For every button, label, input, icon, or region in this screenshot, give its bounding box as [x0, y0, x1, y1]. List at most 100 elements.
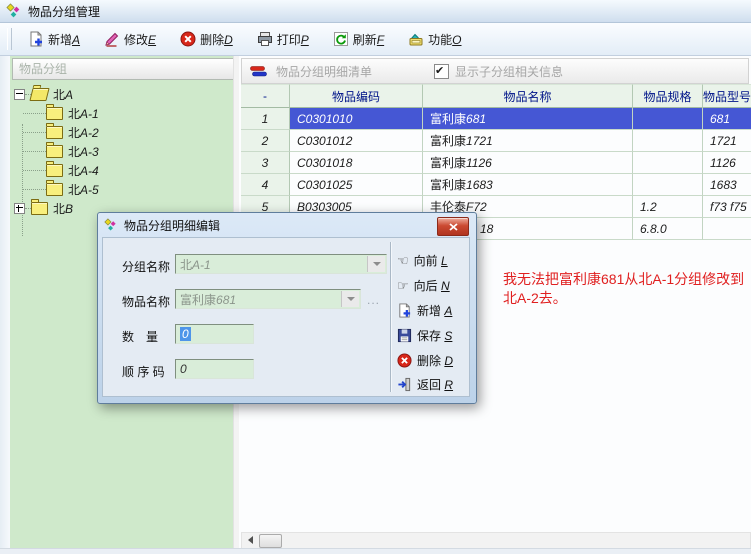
dialog-divider: [390, 242, 392, 392]
table-row[interactable]: 4 C0301025 富利康1683 1683: [241, 174, 751, 196]
tree-item-north-b[interactable]: 北B: [10, 200, 73, 217]
edit-pencil-icon: [104, 31, 120, 47]
tree-item-north-a-1[interactable]: 北A-1: [10, 105, 99, 122]
refresh-button-label: 刷新: [353, 33, 377, 47]
detail-list-icon: [250, 66, 267, 77]
toolbar: 新增A 修改E 删除D 打印P 刷新F: [0, 23, 751, 56]
close-icon: [449, 223, 458, 231]
item-name-cell[interactable]: 富利康1721: [423, 130, 633, 152]
edit-button[interactable]: 修改E: [96, 27, 164, 52]
tree-item-label: 北: [53, 202, 65, 216]
window-bottom-edge: [0, 548, 751, 554]
item-spec-cell[interactable]: 6.8.0: [633, 218, 703, 240]
return-button[interactable]: 返回 R: [397, 374, 453, 394]
tree-item-north-a[interactable]: 北A: [10, 86, 73, 103]
dropdown-arrow-icon[interactable]: [367, 256, 385, 272]
group-name-select[interactable]: 北A-1: [175, 254, 387, 274]
add-button[interactable]: 新增A: [20, 27, 88, 52]
tree-item-north-a-5[interactable]: 北A-5: [10, 181, 99, 198]
table-row[interactable]: 2 C0301012 富利康1721 1721: [241, 130, 751, 152]
item-name-select[interactable]: 富利康681: [175, 289, 361, 309]
refresh-button[interactable]: 刷新F: [325, 27, 392, 52]
note-text: 我无法把富利康681从北A-1分组修改到北A-2去。: [503, 270, 751, 308]
delete-button[interactable]: 删除D: [172, 27, 241, 52]
item-model-cell[interactable]: 1126: [703, 152, 751, 174]
row-number-cell: 4: [241, 174, 290, 196]
app-window: { "window": { "title": "物品分组管理" }, "tool…: [0, 0, 751, 553]
item-model-cell[interactable]: [703, 218, 751, 240]
item-spec-cell[interactable]: [633, 108, 703, 130]
item-code-cell[interactable]: C0301010: [290, 108, 423, 130]
row-number-cell: 2: [241, 130, 290, 152]
col-header-item-model[interactable]: 物品型号: [703, 84, 751, 108]
close-button[interactable]: [437, 217, 469, 236]
dialog-add-button[interactable]: 新增 A: [397, 300, 452, 320]
tree-item-label: 北: [53, 88, 65, 102]
table-row[interactable]: 1 C0301010 富利康681 681: [241, 108, 751, 130]
show-subgroup-checkbox-label: 显示子分组相关信息: [455, 63, 563, 80]
dialog-title: 物品分组明细编辑: [124, 217, 220, 234]
item-code-cell[interactable]: C0301025: [290, 174, 423, 196]
expand-plus-icon[interactable]: [14, 203, 25, 214]
folder-icon: [46, 145, 63, 158]
detail-panel-header: 物品分组明细清单 显示子分组相关信息: [241, 58, 749, 84]
return-exit-icon: [397, 377, 412, 392]
item-model-cell[interactable]: 1721: [703, 130, 751, 152]
tree-item-north-a-4[interactable]: 北A-4: [10, 162, 99, 179]
col-header-index[interactable]: -: [241, 84, 290, 108]
dialog-titlebar: 物品分组明细编辑: [98, 213, 476, 237]
browse-ellipsis-button[interactable]: ...: [367, 293, 380, 307]
dropdown-arrow-icon[interactable]: [341, 291, 359, 307]
item-name-cell[interactable]: 富利康1126: [423, 152, 633, 174]
show-subgroup-checkbox[interactable]: [434, 64, 449, 79]
save-button[interactable]: 保存 S: [397, 325, 452, 345]
sequence-value: 0: [180, 362, 187, 376]
item-model-cell[interactable]: f73 f75: [703, 196, 751, 218]
scroll-left-arrow-icon[interactable]: [243, 534, 257, 546]
print-button[interactable]: 打印P: [249, 27, 317, 52]
item-spec-cell[interactable]: [633, 130, 703, 152]
forward-button[interactable]: ☜ 向前 L: [397, 250, 448, 270]
sequence-input[interactable]: 0: [175, 359, 254, 379]
table-row[interactable]: 3 C0301018 富利康1126 1126: [241, 152, 751, 174]
col-header-item-code[interactable]: 物品编码: [290, 84, 423, 108]
item-spec-cell[interactable]: [633, 174, 703, 196]
add-doc-icon: [28, 31, 44, 47]
item-spec-cell[interactable]: [633, 152, 703, 174]
folder-icon: [46, 126, 63, 139]
print-button-label: 打印: [277, 33, 301, 47]
col-header-item-name[interactable]: 物品名称: [423, 84, 633, 108]
quantity-input[interactable]: 0: [175, 324, 254, 344]
scrollbar-thumb[interactable]: [259, 534, 282, 548]
collapse-minus-icon[interactable]: [14, 89, 25, 100]
refresh-icon: [333, 31, 349, 47]
tree-item-north-a-3[interactable]: 北A-3: [10, 143, 99, 160]
dialog-content: 分组名称 北A-1 物品名称 富利康681 ... 数 量 0 顺 序 码 0 …: [102, 237, 470, 397]
dialog-delete-button[interactable]: 删除 D: [397, 350, 453, 370]
group-name-label: 分组名称: [122, 258, 170, 275]
table-header-row: - 物品编码 物品名称 物品规格 物品型号: [241, 84, 751, 108]
item-model-cell[interactable]: 1683: [703, 174, 751, 196]
dialog-icon: [104, 218, 118, 232]
item-spec-cell[interactable]: 1.2: [633, 196, 703, 218]
function-button[interactable]: 功能O: [400, 27, 469, 52]
folder-icon: [46, 107, 63, 120]
toolbar-grip[interactable]: [7, 28, 12, 50]
quantity-value: 0: [180, 327, 191, 341]
item-name-cell[interactable]: 富利康681: [423, 108, 633, 130]
backward-button[interactable]: ☞ 向后 N: [397, 275, 450, 295]
tree-item-north-a-2[interactable]: 北A-2: [10, 124, 99, 141]
tree-item-label: 北: [68, 183, 80, 197]
item-model-cell[interactable]: 681: [703, 108, 751, 130]
app-icon: [6, 3, 22, 19]
item-code-cell[interactable]: C0301012: [290, 130, 423, 152]
folder-icon: [46, 183, 63, 196]
col-header-item-spec[interactable]: 物品规格: [633, 84, 703, 108]
item-name-cell[interactable]: 富利康1683: [423, 174, 633, 196]
function-icon: [408, 31, 424, 47]
function-button-label: 功能: [428, 33, 452, 47]
tree-item-label: 北: [68, 145, 80, 159]
row-number-cell: 1: [241, 108, 290, 130]
tree-item-label: 北: [68, 126, 80, 140]
item-code-cell[interactable]: C0301018: [290, 152, 423, 174]
